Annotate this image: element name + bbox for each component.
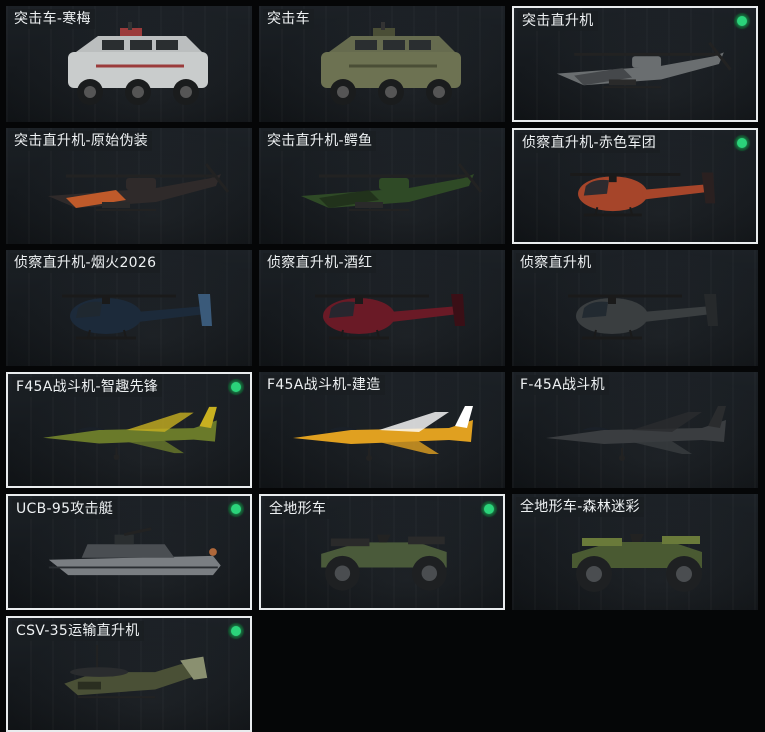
vehicle-name-label: 突击直升机-原始伪装 — [10, 131, 153, 151]
vehicle-card-attack-boat[interactable]: UCB-95攻击艇 — [6, 494, 252, 610]
vehicle-card-fighter-jet[interactable]: F-45A战斗机 — [512, 372, 758, 488]
vehicle-card-attack-helicopter[interactable]: 突击直升机-原始伪装 — [6, 128, 252, 244]
vehicle-card-assault-vehicle[interactable]: 突击车 — [259, 6, 505, 122]
vehicle-name-label: CSV-35运输直升机 — [12, 621, 144, 641]
vehicle-card-assault-vehicle[interactable]: 突击车-寒梅 — [6, 6, 252, 122]
vehicle-name-label: 突击直升机 — [518, 11, 598, 31]
equipped-indicator-icon — [228, 501, 244, 517]
vehicle-name-label: 突击车 — [263, 9, 314, 29]
vehicle-name-label: 侦察直升机-赤色军团 — [518, 133, 661, 153]
vehicle-name-label: F45A战斗机-建造 — [263, 375, 385, 395]
equipped-indicator-icon — [228, 623, 244, 639]
vehicle-card-scout-helicopter[interactable]: 侦察直升机-酒红 — [259, 250, 505, 366]
vehicle-card-attack-helicopter[interactable]: 突击直升机-鳄鱼 — [259, 128, 505, 244]
vehicle-name-label: 全地形车-森林迷彩 — [516, 497, 644, 517]
vehicle-card-attack-helicopter[interactable]: 突击直升机 — [512, 6, 758, 122]
vehicle-name-label: 侦察直升机-酒红 — [263, 253, 377, 273]
vehicle-name-label: 全地形车 — [265, 499, 331, 519]
vehicle-card-scout-helicopter[interactable]: 侦察直升机-烟火2026 — [6, 250, 252, 366]
equipped-indicator-icon — [734, 135, 750, 151]
vehicle-name-label: F45A战斗机-智趣先锋 — [12, 377, 163, 397]
equipped-indicator-icon — [734, 13, 750, 29]
vehicle-name-label: 突击直升机-鳄鱼 — [263, 131, 377, 151]
equipped-indicator-icon — [228, 379, 244, 395]
vehicle-name-label: UCB-95攻击艇 — [12, 499, 118, 519]
vehicle-name-label: 突击车-寒梅 — [10, 9, 95, 29]
vehicle-card-scout-helicopter[interactable]: 侦察直升机-赤色军团 — [512, 128, 758, 244]
vehicle-card-atv[interactable]: 全地形车-森林迷彩 — [512, 494, 758, 610]
vehicle-card-transport-helicopter[interactable]: CSV-35运输直升机 — [6, 616, 252, 732]
vehicle-skin-grid: 突击车-寒梅 突击车 突击直升机 突击直升机-原始伪装 突击直升机-鳄鱼 侦察直… — [6, 6, 758, 732]
vehicle-name-label: 侦察直升机 — [516, 253, 596, 273]
vehicle-card-atv[interactable]: 全地形车 — [259, 494, 505, 610]
equipped-indicator-icon — [481, 501, 497, 517]
vehicle-card-fighter-jet[interactable]: F45A战斗机-智趣先锋 — [6, 372, 252, 488]
vehicle-card-fighter-jet[interactable]: F45A战斗机-建造 — [259, 372, 505, 488]
vehicle-name-label: 侦察直升机-烟火2026 — [10, 253, 161, 273]
vehicle-card-scout-helicopter[interactable]: 侦察直升机 — [512, 250, 758, 366]
vehicle-name-label: F-45A战斗机 — [516, 375, 609, 395]
